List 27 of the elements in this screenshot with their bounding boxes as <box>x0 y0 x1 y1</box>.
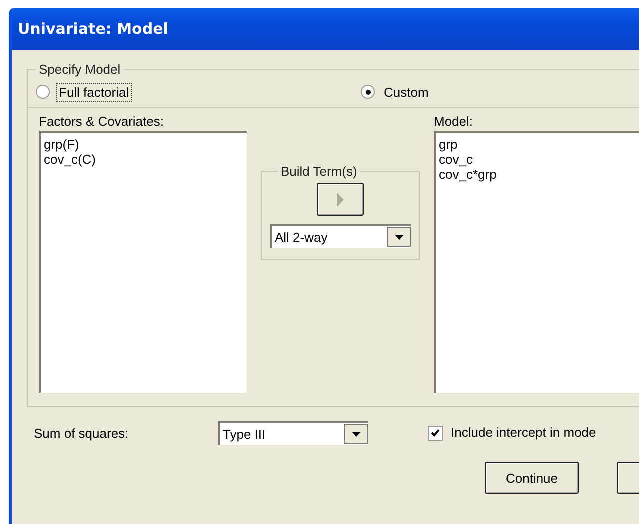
radio-label[interactable]: Custom <box>381 82 432 102</box>
sum-of-squares-label: Sum of squares: <box>34 426 130 440</box>
caret-icon <box>352 432 360 436</box>
caret-icon <box>394 234 404 240</box>
arrow-icon <box>337 192 344 206</box>
move-button[interactable] <box>317 183 364 216</box>
list-label: Model: <box>434 114 474 131</box>
list-item[interactable]: cov_c(C) <box>44 152 244 167</box>
list-label: Factors & Covariates: <box>39 114 165 131</box>
radio-button[interactable] <box>361 85 375 99</box>
radio-button[interactable] <box>36 85 50 99</box>
group-title: Build Term(s) <box>280 164 358 179</box>
term-type-dropdown[interactable]: All 2-way <box>270 224 411 248</box>
list-item[interactable]: grp <box>439 137 639 152</box>
factors-list[interactable]: grp(F) cov_c(C) <box>39 131 247 393</box>
continue-button[interactable]: Continue <box>485 462 579 494</box>
sum-of-squares-dropdown[interactable]: Type III <box>218 421 368 445</box>
list-item[interactable]: cov_c <box>439 152 639 167</box>
model-list[interactable]: grp cov_c cov_c*grp <box>434 131 639 393</box>
group-title: Specify Model <box>38 62 122 77</box>
list-item[interactable]: cov_c*grp <box>439 167 639 182</box>
checkbox-label[interactable]: Include intercept in mode <box>451 424 596 442</box>
radio-label[interactable]: Full factorial <box>56 82 132 102</box>
checkbox[interactable] <box>428 426 443 440</box>
window-title: Univariate: Model <box>18 20 168 38</box>
list-item[interactable]: grp(F) <box>44 137 244 152</box>
check-icon <box>431 429 440 437</box>
